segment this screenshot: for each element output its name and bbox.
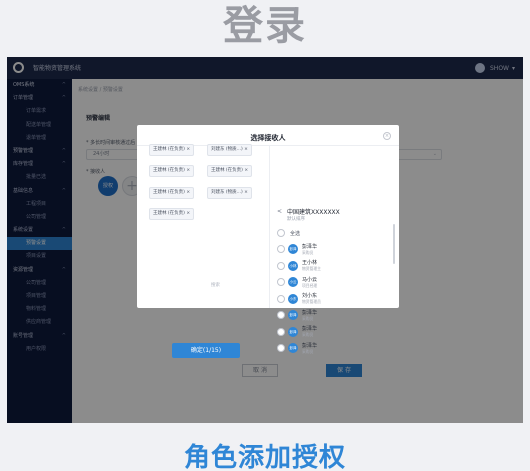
hero-banner: 登录 [0, 0, 530, 56]
select-receiver-dialog: 选择接收人 × 王建林 (在负责) × 刘建东 (物质...) × 王建林 (在负责… [137, 125, 399, 358]
person-info: 马小云 项目经理 [302, 277, 317, 288]
close-icon[interactable]: × [383, 132, 391, 140]
divider [269, 145, 270, 308]
org-name: 中国建筑XXXXXXX [287, 209, 340, 216]
caption: 角色添加授权 [183, 443, 346, 471]
avatar: 小林 [288, 260, 298, 271]
person-info: 彭泽华 采购员 [302, 310, 317, 321]
radio-button[interactable] [277, 327, 285, 336]
avatar: 彭泽 [288, 326, 298, 337]
person-role: 采购员 [302, 315, 314, 321]
select-all-label: 全选 [290, 230, 301, 237]
selected-chip[interactable]: 王建林 (在负责) × [207, 165, 253, 177]
person-role: 采购员 [302, 249, 314, 255]
person-info: 彭泽华 采购员 [302, 343, 317, 354]
selected-chip[interactable]: 刘建东 (物质...) × [207, 187, 252, 199]
avatar: 彭泽 [288, 244, 298, 254]
person-role: 采购员 [302, 348, 314, 354]
confirm-button[interactable]: 确定(1/15) [172, 343, 240, 358]
radio-button[interactable] [277, 229, 285, 237]
person-info: 王小林 物资管理主 [302, 260, 321, 271]
radio-button[interactable] [277, 261, 285, 270]
person-row[interactable]: 彭泽 彭泽华 采购员 [277, 341, 317, 355]
person-row[interactable]: 小云 马小云 项目经理 [277, 275, 317, 289]
avatar: 小云 [288, 277, 298, 287]
radio-button[interactable] [277, 245, 285, 253]
radio-button[interactable] [277, 311, 285, 319]
person-name: 马小云 [302, 276, 318, 283]
scrollbar[interactable] [393, 224, 395, 264]
person-row[interactable]: 彭泽 彭泽华 采购员 [277, 325, 317, 339]
selected-chip[interactable]: 王建林 (在负责) × [149, 208, 195, 220]
dialog-title: 选择接收人 [250, 134, 286, 142]
person-info: 彭泽华 采购员 [302, 244, 317, 255]
radio-button[interactable] [277, 278, 285, 286]
person-row[interactable]: 彭泽 彭泽华 采购员 [277, 242, 317, 256]
person-role: 物资管理员 [302, 299, 321, 304]
person-role: 采购员 [302, 332, 314, 337]
radio-button[interactable] [277, 294, 285, 303]
person-name: 彭泽华 [302, 243, 318, 250]
person-name: 彭泽华 [302, 309, 318, 316]
org-sort: 默认排序 [287, 217, 305, 222]
app-window: 智能物资管理系统 SHOW ▾ OMS系统 ^ 订单管理 ^ 订单需求 配送单管理 退单管理… [7, 57, 523, 423]
selected-chip[interactable]: 王建林 (在负责) × [149, 144, 195, 156]
avatar: 小东 [288, 293, 298, 304]
back-icon[interactable]: < [277, 208, 282, 215]
select-all-row[interactable]: 全选 [277, 228, 300, 238]
person-row[interactable]: 小林 王小林 物资管理主 [277, 259, 321, 273]
radio-button[interactable] [277, 344, 285, 352]
person-info: 彭泽华 采购员 [302, 326, 317, 337]
person-name: 彭泽华 [302, 342, 318, 349]
person-row[interactable]: 小东 刘小东 物资管理员 [277, 292, 321, 306]
person-role: 项目经理 [302, 282, 318, 288]
avatar: 彭泽 [288, 343, 298, 353]
person-info: 刘小东 物资管理员 [302, 293, 321, 304]
selected-chip[interactable]: 王建林 (在负责) × [149, 165, 195, 177]
avatar: 彭泽 [288, 310, 298, 320]
selected-chip[interactable]: 刘建东 (物质...) × [207, 144, 252, 156]
person-row[interactable]: 彭泽 彭泽华 采购员 [277, 308, 317, 322]
search-input[interactable]: 搜索 [211, 282, 220, 288]
person-role: 物资管理主 [302, 266, 321, 271]
selected-chip[interactable]: 王建林 (在负责) × [149, 187, 195, 199]
hero-title: 登录 [223, 3, 307, 49]
